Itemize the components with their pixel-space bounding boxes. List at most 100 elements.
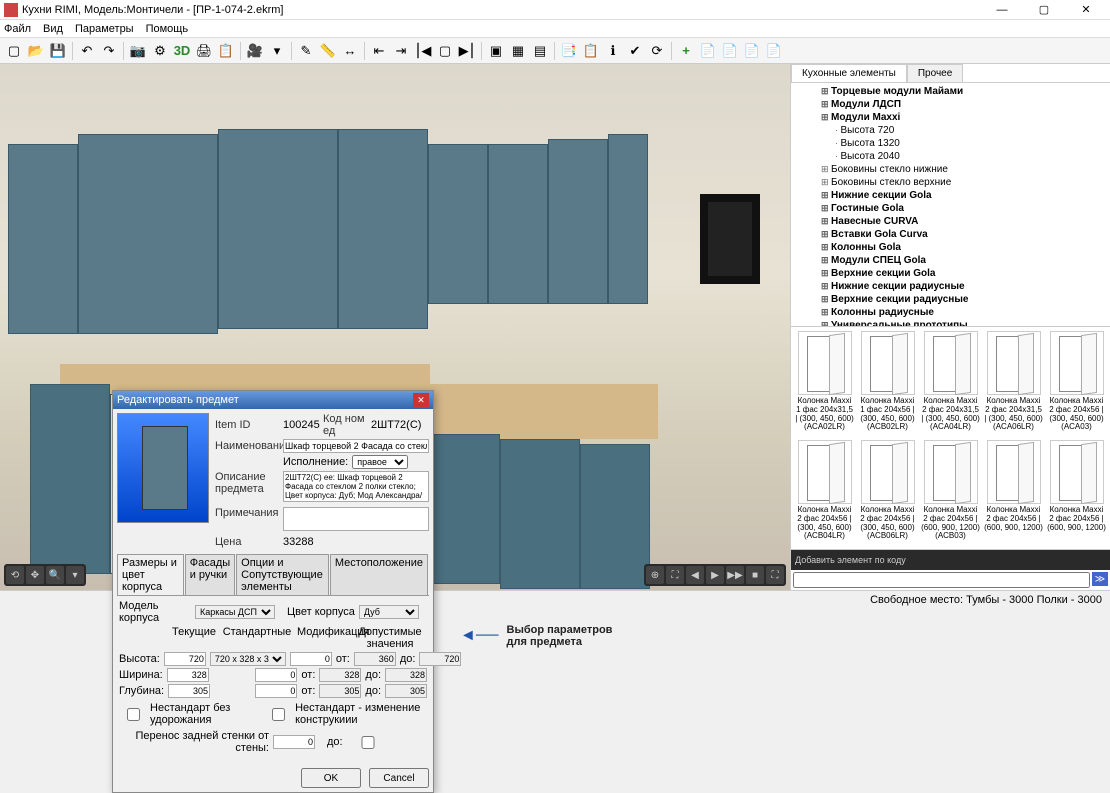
exec-select[interactable]: правое [352,455,408,469]
tree-item[interactable]: Высота 1320 [795,137,1106,150]
backwall-check[interactable] [347,736,389,749]
redo-icon[interactable]: ↷ [99,41,119,61]
model-select[interactable]: Каркасы ДСП [195,605,275,619]
width-input[interactable] [167,668,209,682]
3d-icon[interactable]: 3D [172,41,192,61]
new-icon[interactable]: ▢ [4,41,24,61]
tab-kitchen-elements[interactable]: Кухонные элементы [791,64,907,82]
menu-help[interactable]: Помощь [146,23,189,35]
vp-pan-icon[interactable]: ✥ [26,566,44,584]
measure-icon[interactable]: 📏 [318,41,338,61]
tree-item[interactable]: Универсальные прототипы [795,319,1106,327]
print-icon[interactable]: 🖨 [194,41,214,61]
tree-item[interactable]: Верхние секции радиусные [795,293,1106,306]
catalog-item[interactable]: Колонка Maxxi 2 фас 204х56 | (600, 900, … [921,440,980,545]
undo-icon[interactable]: ↶ [77,41,97,61]
tree-item[interactable]: Торцевые модули Майами [795,85,1106,98]
info-icon[interactable]: ℹ [603,41,623,61]
close-button[interactable]: ✕ [1066,1,1106,19]
open-icon[interactable]: 📂 [26,41,46,61]
tree-item[interactable]: Высота 2040 [795,150,1106,163]
vp-zoom-icon[interactable]: 🔍 [46,566,64,584]
tree-item[interactable]: Навесные CURVA [795,215,1106,228]
save-icon[interactable]: 💾 [48,41,68,61]
maximize-button[interactable]: ▢ [1024,1,1064,19]
edit-icon[interactable]: ✎ [296,41,316,61]
depth-input[interactable] [168,684,210,698]
catalog-item[interactable]: Колонка Maxxi 2 фас 204х56 | (300, 450, … [1047,331,1106,436]
snap-start-icon[interactable]: ⎮◀ [413,41,433,61]
export-icon[interactable]: 📋 [216,41,236,61]
tree-item[interactable]: Боковины стекло нижние [795,163,1106,176]
minimize-button[interactable]: — [982,1,1022,19]
tab-location[interactable]: Местоположение [330,554,428,595]
video-icon[interactable]: 🎥 [245,41,265,61]
doc3-icon[interactable]: 📄 [742,41,762,61]
vp-tool-icon[interactable]: ▾ [66,566,84,584]
width-mod-input[interactable] [255,668,297,682]
refresh-icon[interactable]: ⟳ [647,41,667,61]
desc-textarea[interactable]: 2ШТ72(С) ee: Шкаф торцевой 2 Фасада со с… [283,471,429,502]
vp-prev-icon[interactable]: ◀ [686,566,704,584]
catalog-item[interactable]: Колонка Maxxi 1 фас 204х31,5 | (300, 450… [795,331,854,436]
color-select[interactable]: Дуб [359,605,419,619]
move-icon[interactable]: ↔ [340,41,360,61]
tree-item[interactable]: Модули Maxxi [795,111,1106,124]
tree-item[interactable]: Колонны Gola [795,241,1106,254]
doc2-icon[interactable]: 📄 [720,41,740,61]
menu-params[interactable]: Параметры [75,23,134,35]
nonstd1-checkbox[interactable] [119,708,148,721]
view2-icon[interactable]: ▦ [508,41,528,61]
tree-item[interactable]: Гостиные Gola [795,202,1106,215]
name-input[interactable] [283,439,429,453]
tree-item[interactable]: Вставки Gola Curva [795,228,1106,241]
vp-full-icon[interactable]: ⛶ [766,566,784,584]
doc4-icon[interactable]: 📄 [764,41,784,61]
tree-item[interactable]: Нижние секции радиусные [795,280,1106,293]
tool1-icon[interactable]: ▾ [267,41,287,61]
catalog-item[interactable]: Колонка Maxxi 2 фас 204х56 | (300, 450, … [858,440,917,545]
tree-item[interactable]: Модули СПЕЦ Gola [795,254,1106,267]
dialog-close-button[interactable]: ✕ [413,393,429,407]
paste-icon[interactable]: 📋 [581,41,601,61]
cancel-button[interactable]: Cancel [369,768,429,788]
add-submit-button[interactable]: ≫ [1092,572,1108,586]
catalog-item[interactable]: Колонка Maxxi 2 фас 204х56 | (300, 450, … [795,440,854,545]
height-mod-input[interactable] [290,652,332,666]
render-icon[interactable]: ⚙ [150,41,170,61]
tree-item[interactable]: Высота 720 [795,124,1106,137]
menu-view[interactable]: Вид [43,23,63,35]
tree-item[interactable]: Боковины стекло верхние [795,176,1106,189]
tree-item[interactable]: Колонны радиусные [795,306,1106,319]
vp-expand-icon[interactable]: ⛶ [666,566,684,584]
menu-file[interactable]: Файл [4,23,31,35]
catalog-item[interactable]: Колонка Maxxi 2 фас 204х56 | (600, 900, … [984,440,1043,545]
add-code-input[interactable] [793,572,1090,588]
vp-rotate-icon[interactable]: ⟲ [6,566,24,584]
element-tree[interactable]: Торцевые модули МайамиМодули ЛДСПМодули … [791,83,1110,327]
vp-play-icon[interactable]: ▶ [706,566,724,584]
height-input[interactable] [164,652,206,666]
snap-center-icon[interactable]: ▢ [435,41,455,61]
vp-stop-icon[interactable]: ■ [746,566,764,584]
copy-icon[interactable]: 📑 [559,41,579,61]
backwall-input[interactable] [273,735,315,749]
vp-target-icon[interactable]: ⊕ [646,566,664,584]
ok-button[interactable]: OK [301,768,361,788]
notes-textarea[interactable] [283,507,429,531]
dialog-titlebar[interactable]: Редактировать предмет ✕ [113,391,433,409]
tab-dimensions[interactable]: Размеры и цвет корпуса [117,554,184,595]
snap-end-icon[interactable]: ▶⎮ [457,41,477,61]
view1-icon[interactable]: ▣ [486,41,506,61]
catalog-item[interactable]: Колонка Maxxi 1 фас 204х56 | (300, 450, … [858,331,917,436]
doc1-icon[interactable]: 📄 [698,41,718,61]
check-icon[interactable]: ✔ [625,41,645,61]
tree-item[interactable]: Нижние секции Gola [795,189,1106,202]
camera-icon[interactable]: 📷 [128,41,148,61]
depth-mod-input[interactable] [255,684,297,698]
view3-icon[interactable]: ▤ [530,41,550,61]
nonstd2-checkbox[interactable] [264,708,293,721]
tab-options[interactable]: Опции и Сопутствующие элементы [236,554,329,595]
tab-facades[interactable]: Фасады и ручки [185,554,235,595]
catalog-item[interactable]: Колонка Maxxi 2 фас 204х31,5 | (300, 450… [921,331,980,436]
